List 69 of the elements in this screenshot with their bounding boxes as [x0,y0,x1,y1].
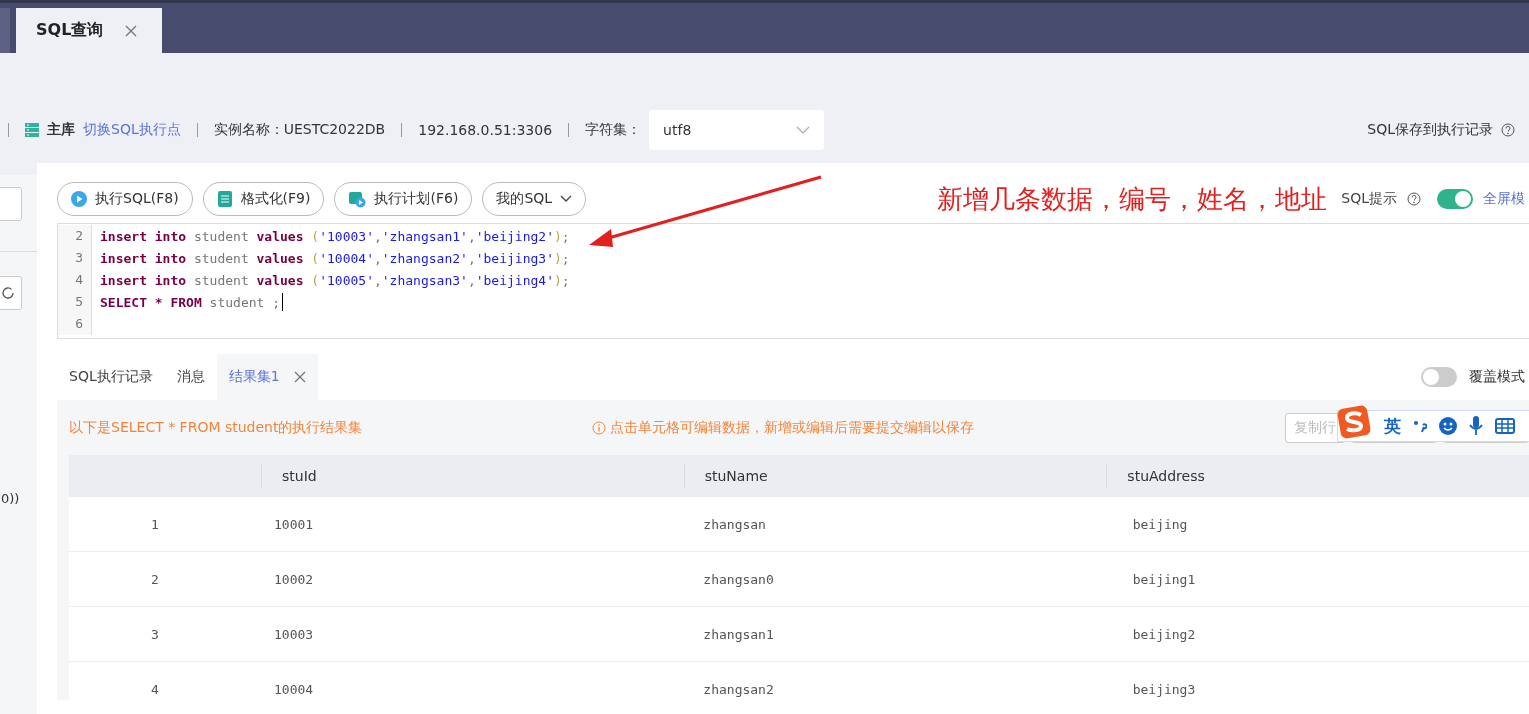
save-label: SQL保存到执行记录 [1367,121,1493,139]
calendar-play-icon [348,190,367,208]
table-cell[interactable]: beijing1 [1099,571,1529,587]
table-cell[interactable]: zhangsan0 [670,571,1100,587]
tree-text: 0)) [1,491,20,506]
table-cell[interactable]: beijing2 [1099,626,1529,642]
table-cell[interactable]: beijing [1099,516,1529,532]
charset-select[interactable]: utf8 [649,110,825,150]
annotation-text: 新增几条数据，编号，姓名，地址 [937,182,1328,216]
page-tab[interactable]: SQL查询 [16,8,162,53]
toggle-switch[interactable] [1437,189,1473,209]
run-button[interactable]: 执行SQL(F8) [57,182,193,216]
table-cell[interactable]: zhangsan2 [670,681,1100,697]
code-line: insert into student values ('10005','zhangsan3','beijing4'); [100,272,570,288]
microphone-icon[interactable] [1469,416,1483,436]
column-header: stuAddress [1106,464,1529,488]
table-cell-text: 2 [150,571,160,587]
info-icon [591,420,606,435]
result-tab[interactable]: 消息 [164,354,217,400]
address-text: 192.168.0.51:3306 [418,122,553,138]
table-cell-text: 1 [150,516,160,532]
table-cell[interactable]: zhangsan1 [670,626,1100,642]
toggle-switch[interactable] [1421,367,1457,387]
my-sql-dropdown[interactable]: 我的SQL [482,182,587,216]
plan-button[interactable]: 执行计划(F6) [334,182,473,216]
refresh-icon [1,286,15,300]
result-summary: 以下是SELECT * FROM student的执行结果集 [69,418,363,437]
line-number: 2 [58,225,92,247]
code-line: insert into student values ('10003','zhangsan1','beijing2'); [100,228,570,244]
help-icon[interactable] [1407,192,1421,206]
notice-text: 点击单元格可编辑数据，新增或编辑后需要提交编辑以保存 [609,418,974,437]
document-icon [216,191,233,207]
table-cell[interactable]: 10002 [241,571,671,587]
database-icon [25,123,39,137]
chevron-down-icon [796,126,811,134]
line-number: 3 [58,247,92,269]
keyboard-icon[interactable] [1495,418,1515,434]
table-cell[interactable]: 10004 [241,681,671,697]
table-cell[interactable]: 10003 [241,626,671,642]
table-cell-text: 4 [150,681,160,697]
instance-label: 实例名称：UESTC2022DB [213,121,386,139]
punctuation-icon[interactable] [1413,419,1427,433]
column-header: stuId [261,464,684,488]
code-line: SELECT * FROM student ; [100,294,281,310]
ime-mode[interactable]: 英 [1384,414,1401,438]
charset-label: 字符集： [585,121,642,139]
table-cell[interactable]: zhangsan [670,516,1100,532]
overwrite-label: 覆盖模式 [1469,368,1525,386]
sql-hint-label: SQL提示 [1341,190,1397,208]
fullscreen-link[interactable]: 全屏模 [1483,190,1525,208]
close-icon[interactable] [125,24,138,37]
close-icon[interactable] [293,371,306,383]
code-line: insert into student values ('10004','zhangsan2','beijing3'); [100,250,570,266]
line-number: 6 [58,313,92,335]
format-button[interactable]: 格式化(F9) [202,182,325,216]
chevron-down-icon [560,195,573,203]
play-icon [71,191,87,207]
switch-link[interactable]: 切换SQL执行点 [83,121,181,139]
table-cell[interactable]: beijing3 [1099,681,1529,697]
table-cell[interactable]: 10001 [241,516,671,532]
result-tab[interactable]: 结果集1 [216,354,318,400]
column-header: stuName [683,464,1107,488]
line-number: 4 [58,269,92,291]
table-cell-text: 3 [150,626,160,642]
smiley-icon[interactable] [1439,417,1457,435]
result-tab[interactable]: SQL执行记录 [57,354,165,400]
database-role: 主库 [47,121,75,139]
help-icon[interactable] [1501,123,1515,137]
line-number: 5 [58,291,92,313]
